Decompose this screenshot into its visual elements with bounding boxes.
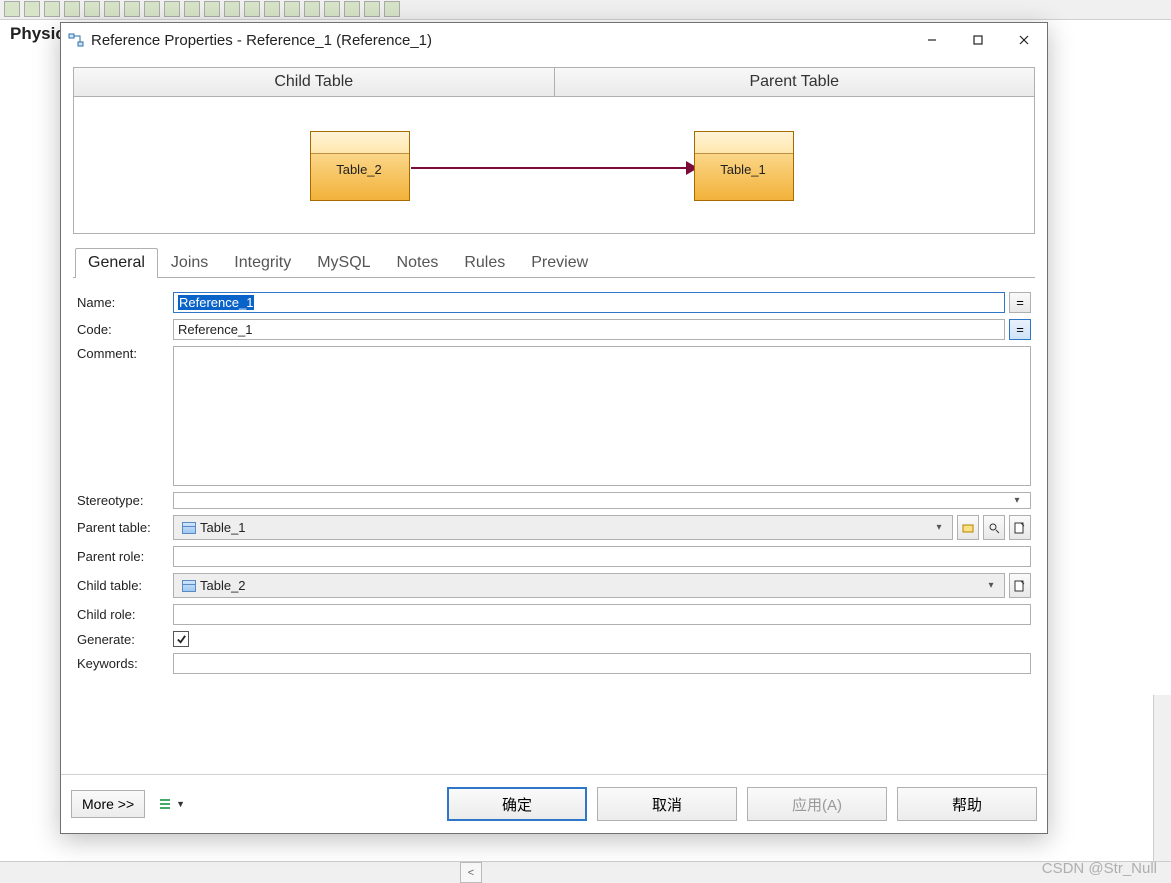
horizontal-scrollbar[interactable]: <	[0, 861, 1171, 883]
keywords-label: Keywords:	[77, 656, 173, 671]
table-icon	[182, 580, 196, 592]
comment-label: Comment:	[77, 346, 173, 361]
tab-general[interactable]: General	[75, 248, 158, 278]
parent-role-input[interactable]	[173, 546, 1031, 567]
parent-table-label: Parent table:	[77, 520, 173, 535]
code-input[interactable]	[173, 319, 1005, 340]
parent-table-header: Parent Table	[555, 68, 1035, 97]
code-sync-button[interactable]: =	[1009, 319, 1031, 340]
maximize-button[interactable]	[955, 23, 1001, 57]
parent-table-browse-button[interactable]	[957, 515, 979, 540]
tab-integrity[interactable]: Integrity	[221, 248, 304, 278]
tab-notes[interactable]: Notes	[384, 248, 452, 278]
child-table-name: Table_2	[311, 154, 407, 177]
close-button[interactable]	[1001, 23, 1047, 57]
parent-role-label: Parent role:	[77, 549, 173, 564]
keywords-input[interactable]	[173, 653, 1031, 674]
child-role-input[interactable]	[173, 604, 1031, 625]
tab-preview[interactable]: Preview	[518, 248, 601, 278]
dialog-footer: More >> ▼ 确定 取消 应用(A) 帮助	[61, 774, 1047, 833]
titlebar: Reference Properties - Reference_1 (Refe…	[61, 23, 1047, 57]
tab-mysql[interactable]: MySQL	[304, 248, 383, 278]
reference-properties-dialog: Reference Properties - Reference_1 (Refe…	[60, 22, 1048, 834]
dialog-title: Reference Properties - Reference_1 (Refe…	[91, 32, 909, 49]
generate-checkbox[interactable]	[173, 631, 189, 647]
stereotype-combo[interactable]: ▾	[173, 492, 1031, 509]
tab-strip: General Joins Integrity MySQL Notes Rule…	[73, 248, 1035, 278]
minimize-button[interactable]	[909, 23, 955, 57]
parent-table-box: Table_1	[694, 131, 794, 201]
parent-table-properties-button[interactable]	[1009, 515, 1031, 540]
child-table-header: Child Table	[74, 68, 555, 97]
apply-button[interactable]: 应用(A)	[747, 787, 887, 821]
child-role-label: Child role:	[77, 607, 173, 622]
more-button[interactable]: More >>	[71, 790, 145, 818]
table-icon	[182, 522, 196, 534]
child-table-combo[interactable]: Table_2▾	[173, 573, 1005, 598]
reference-arrow	[411, 167, 693, 169]
generate-label: Generate:	[77, 632, 173, 647]
relationship-preview: Child Table Parent Table Table_2 Table_1	[73, 67, 1035, 234]
name-input[interactable]: Reference_1	[173, 292, 1005, 313]
child-table-box: Table_2	[310, 131, 410, 201]
tab-joins[interactable]: Joins	[158, 248, 221, 278]
comment-textarea[interactable]	[173, 346, 1031, 486]
reference-icon	[67, 31, 85, 49]
general-form: Name: Reference_1 = Code: = Comment:	[73, 278, 1035, 674]
child-table-label: Child table:	[77, 578, 173, 593]
ok-button[interactable]: 确定	[447, 787, 587, 821]
stereotype-label: Stereotype:	[77, 493, 173, 508]
cancel-button[interactable]: 取消	[597, 787, 737, 821]
name-label: Name:	[77, 295, 173, 310]
code-label: Code:	[77, 322, 173, 337]
parent-table-combo[interactable]: Table_1▾	[173, 515, 953, 540]
parent-table-name: Table_1	[695, 154, 791, 177]
background-toolbar	[0, 0, 1171, 20]
help-button[interactable]: 帮助	[897, 787, 1037, 821]
tab-rules[interactable]: Rules	[451, 248, 518, 278]
scroll-left-button[interactable]: <	[460, 862, 482, 883]
vertical-scrollbar[interactable]	[1153, 695, 1171, 861]
menu-dropdown-button[interactable]: ▼	[155, 793, 189, 815]
parent-table-find-button[interactable]	[983, 515, 1005, 540]
child-table-properties-button[interactable]	[1009, 573, 1031, 598]
background-tab-label: Physic	[10, 24, 65, 44]
list-icon	[159, 797, 173, 811]
name-sync-button[interactable]: =	[1009, 292, 1031, 313]
